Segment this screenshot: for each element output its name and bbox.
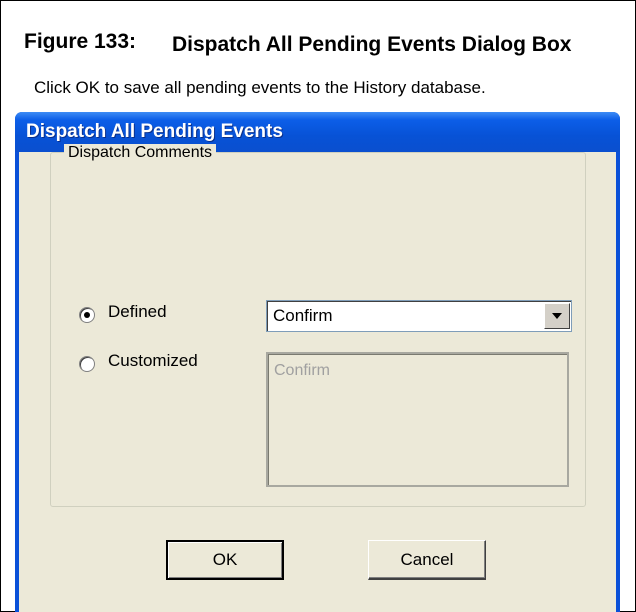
chevron-down-icon: [552, 313, 562, 319]
radio-defined[interactable]: [79, 307, 95, 323]
cancel-button[interactable]: Cancel: [368, 540, 486, 580]
textarea-text: Confirm: [274, 362, 331, 379]
dialog-message: Click OK to save all pending events to t…: [34, 78, 486, 97]
ok-button-label: OK: [212, 550, 238, 569]
radio-defined-label[interactable]: Defined: [108, 302, 167, 322]
dropdown-selected-value: Confirm: [273, 306, 333, 325]
dropdown-button[interactable]: [544, 303, 570, 329]
radio-customized-label[interactable]: Customized: [108, 351, 198, 371]
radio-customized[interactable]: [79, 356, 95, 372]
defined-comment-dropdown[interactable]: Confirm: [266, 300, 572, 332]
figure-label: Figure 133:: [24, 30, 137, 53]
figure-title: Dispatch All Pending Events Dialog Box: [172, 33, 572, 56]
dialog-title: Dispatch All Pending Events: [26, 121, 283, 142]
radio-selected-dot: [84, 312, 90, 318]
cancel-button-label: Cancel: [400, 550, 454, 569]
customized-comment-textarea[interactable]: Confirm: [266, 352, 569, 487]
groupbox-label: Dispatch Comments: [64, 144, 217, 162]
ok-button[interactable]: OK: [166, 540, 284, 580]
